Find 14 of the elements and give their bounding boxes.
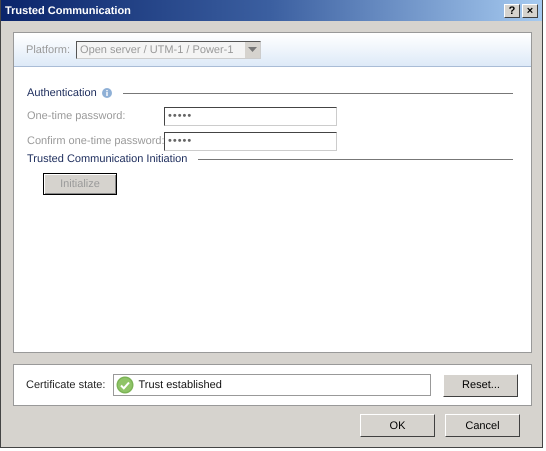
- window-title: Trusted Communication: [5, 4, 131, 16]
- section-title: Authentication: [27, 87, 97, 99]
- certificate-state: Trust established: [138, 379, 222, 391]
- ok-button[interactable]: OK: [360, 414, 435, 437]
- certificate-label: Certificate state:: [26, 379, 106, 391]
- close-button[interactable]: ×: [522, 4, 538, 18]
- help-button[interactable]: ?: [504, 4, 520, 18]
- platform-label: Platform:: [26, 44, 70, 56]
- info-icon[interactable]: [102, 88, 112, 98]
- cancel-button[interactable]: Cancel: [445, 414, 520, 437]
- reset-button[interactable]: Reset...: [443, 374, 518, 396]
- section-title: Trusted Communication Initiation: [27, 153, 188, 165]
- field-label: Confirm one-time password:: [27, 135, 164, 147]
- field-label: One-time password:: [27, 110, 126, 122]
